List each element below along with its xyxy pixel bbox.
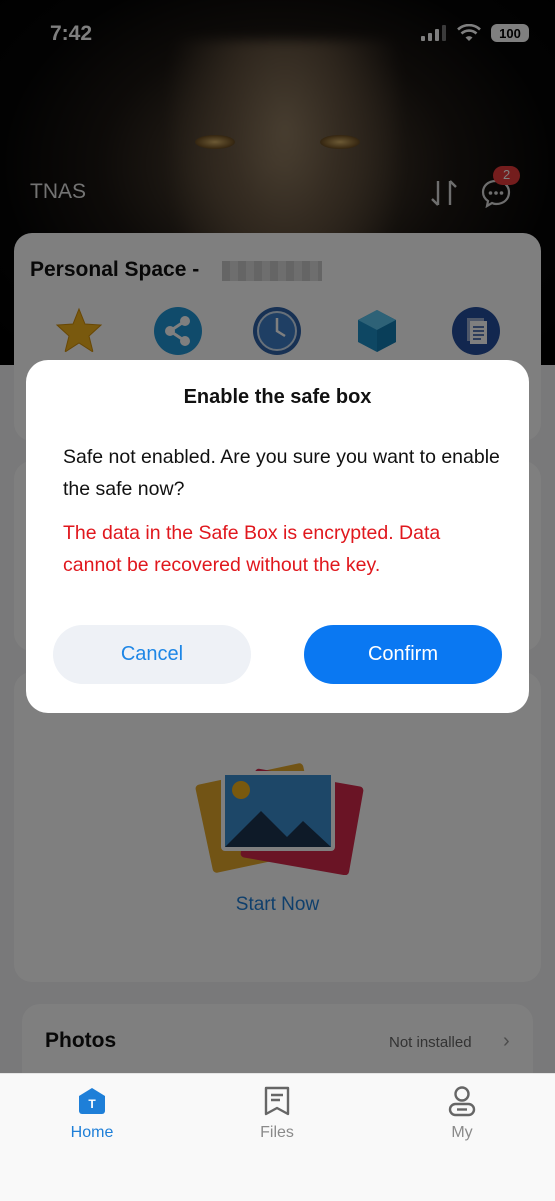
tab-home[interactable]: T Home [42, 1084, 142, 1142]
tab-my-label: My [451, 1124, 473, 1141]
home-icon: T [79, 1088, 105, 1114]
confirm-button[interactable]: Confirm [304, 625, 502, 684]
tab-my[interactable]: My [412, 1084, 512, 1142]
safe-box-dialog: Enable the safe box Safe not enabled. Ar… [26, 360, 529, 713]
cancel-button[interactable]: Cancel [53, 625, 251, 684]
svg-text:T: T [88, 1097, 96, 1111]
bottom-tab-bar: T Home Files My [0, 1073, 555, 1201]
tab-home-label: Home [70, 1124, 114, 1141]
tab-files-label: Files [260, 1124, 294, 1141]
files-icon [264, 1086, 290, 1116]
profile-icon [448, 1086, 476, 1117]
dialog-title: Enable the safe box [183, 386, 372, 408]
dialog-message: Safe not enabled. Are you sure you want … [63, 446, 500, 500]
dialog-warning: The data in the Safe Box is encrypted. D… [63, 522, 441, 576]
tab-files[interactable]: Files [227, 1084, 327, 1142]
